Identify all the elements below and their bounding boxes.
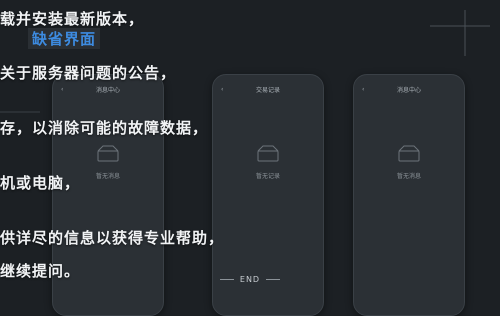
- empty-text: 暂无消息: [396, 173, 421, 180]
- empty-state: 暂无记录: [213, 145, 323, 180]
- back-arrow-icon[interactable]: ‹: [221, 86, 233, 93]
- overlay-text-line-4: 存，以消除可能的故障数据，: [0, 119, 209, 137]
- phone-mockup-message-center-right: ‹ 消息中心 暂无消息: [353, 74, 465, 316]
- phone-title: 消息中心: [396, 86, 421, 94]
- end-label: END: [239, 275, 261, 284]
- overlay-text-line-1: 载并安装最新版本，: [0, 10, 145, 28]
- empty-text: 暂无记录: [255, 173, 280, 180]
- phone-title: 消息中心: [95, 86, 120, 94]
- overlay-text-line-3: 关于服务器问题的公告，: [0, 64, 177, 82]
- end-marker: END: [200, 275, 300, 284]
- overlay-text-line-6: 供详尽的信息以获得专业帮助，: [0, 229, 225, 247]
- overlay-text-line-7: 继续提问。: [0, 262, 81, 280]
- default-interface-badge: 缺省界面: [28, 28, 101, 49]
- end-dash-left: [219, 279, 234, 280]
- empty-box-icon: [257, 145, 279, 162]
- back-arrow-icon[interactable]: ‹: [362, 86, 374, 93]
- overlay-text-line-5: 机或电脑，: [0, 174, 81, 192]
- phone-title: 交易记录: [255, 86, 280, 94]
- phone-header: ‹ 交易记录: [221, 79, 315, 99]
- empty-box-icon: [97, 145, 119, 162]
- phone-header: ‹ 消息中心: [362, 79, 456, 99]
- back-arrow-icon[interactable]: ‹: [61, 86, 73, 93]
- empty-box-icon: [398, 145, 420, 162]
- end-dash-right: [266, 279, 281, 280]
- empty-state: 暂无消息: [354, 145, 464, 180]
